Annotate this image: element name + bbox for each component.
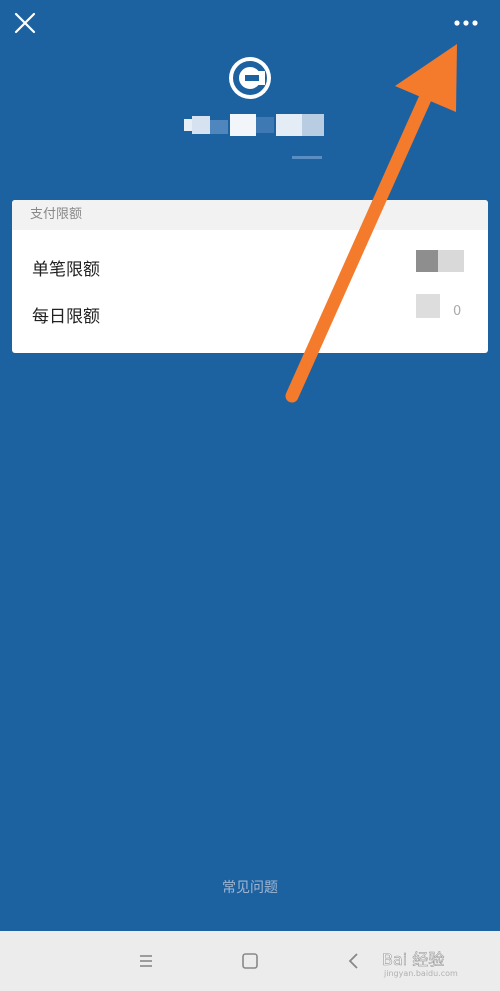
bank-logo-icon xyxy=(229,57,271,99)
blurred-bank-name xyxy=(184,114,324,136)
single-limit-label: 单笔限额 xyxy=(32,260,100,280)
baidu-jingyan-watermark: Bai 经验 jingyan.baidu.com xyxy=(382,950,458,978)
watermark-url: jingyan.baidu.com xyxy=(383,969,458,978)
daily-limit-label: 每日限额 xyxy=(32,307,100,327)
blurred-single-limit-value xyxy=(416,250,464,272)
daily-limit-value-tail: 0 xyxy=(453,304,462,319)
close-icon[interactable] xyxy=(12,10,38,36)
system-nav-bar: Bai 经验 jingyan.baidu.com xyxy=(0,931,500,991)
payment-limit-card: 支付限额 单笔限额 每日限额 0 xyxy=(12,200,488,353)
back-icon[interactable] xyxy=(342,949,366,973)
single-limit-row: 单笔限额 xyxy=(12,230,488,280)
daily-limit-row: 每日限额 0 xyxy=(12,279,488,328)
watermark-text: Bai 经验 xyxy=(382,950,444,969)
blurred-subtitle xyxy=(292,156,322,159)
more-icon[interactable] xyxy=(446,10,486,36)
faq-link[interactable]: 常见问题 xyxy=(0,877,500,897)
home-icon[interactable] xyxy=(238,949,262,973)
menu-icon[interactable] xyxy=(134,949,158,973)
card-title: 支付限额 xyxy=(12,200,488,230)
top-bar xyxy=(0,0,500,50)
